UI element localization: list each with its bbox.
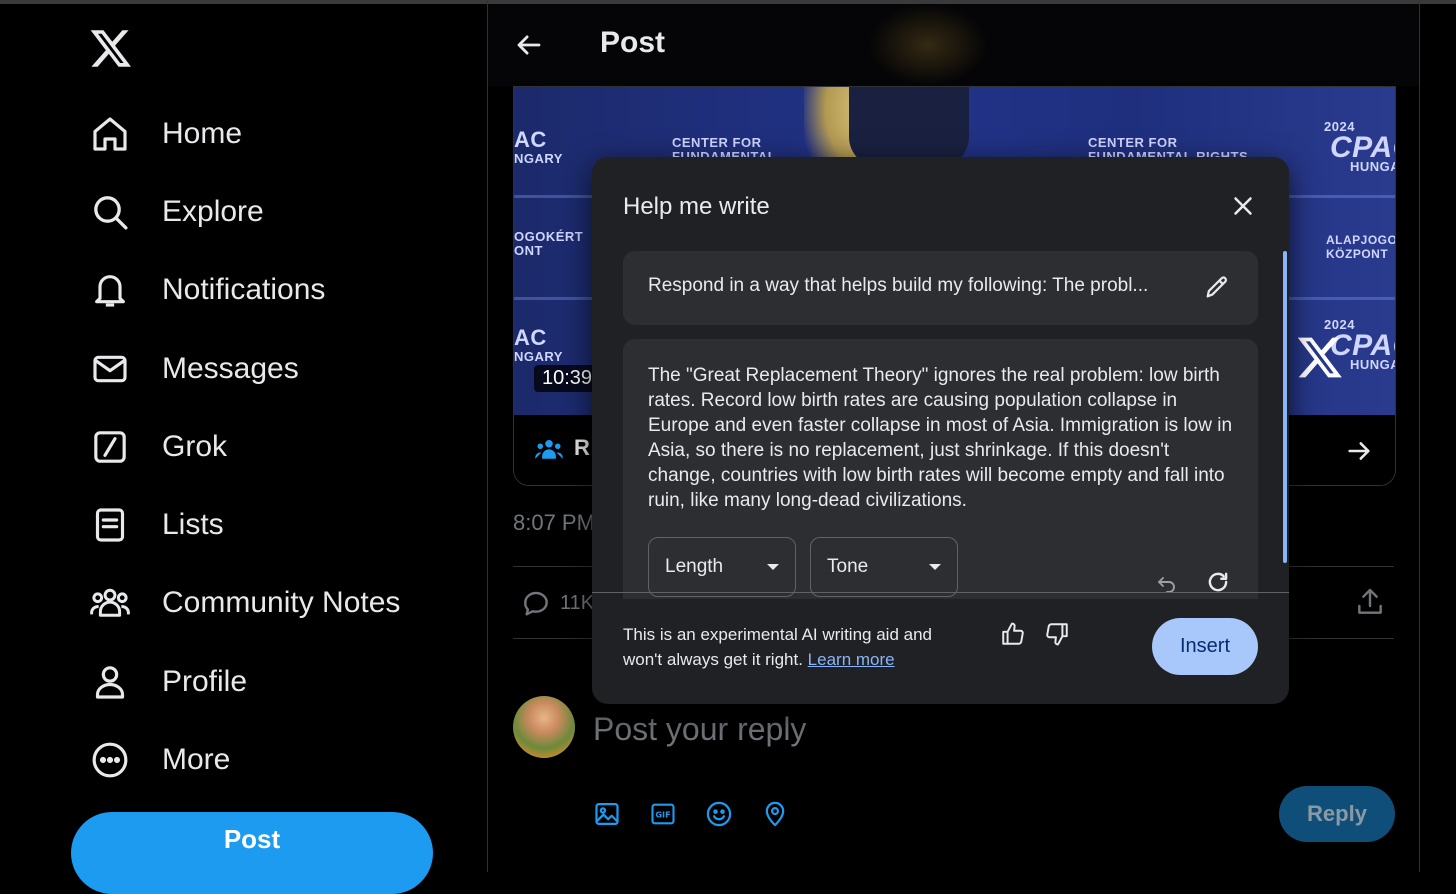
emoji-icon[interactable]: [705, 800, 733, 828]
nav-grok[interactable]: Grok: [88, 417, 227, 477]
bg-text-hunga-bottom: HUNGA: [1350, 357, 1396, 372]
column-divider-right: [1419, 0, 1420, 872]
bg-text-hunga: HUNGA: [1350, 159, 1396, 174]
people-icon: [88, 581, 132, 625]
nav-more-label: More: [162, 743, 231, 776]
prompt-text: Respond in a way that helps build my fol…: [648, 275, 1149, 296]
tone-select-label: Tone: [827, 556, 869, 577]
chevron-down-icon: [767, 564, 779, 570]
disclaimer: This is an experimental AI writing aid a…: [623, 622, 973, 672]
reply-count: 11K: [560, 592, 595, 614]
dialog-title: Help me write: [623, 193, 770, 220]
more-circle-icon: [88, 738, 132, 782]
share-icon[interactable]: [1354, 586, 1386, 618]
reply-input[interactable]: [591, 706, 1295, 752]
nav-home-label: Home: [162, 117, 243, 150]
learn-more-link[interactable]: Learn more: [808, 650, 895, 669]
insert-button[interactable]: Insert: [1152, 618, 1258, 675]
nav-messages[interactable]: Messages: [88, 339, 299, 399]
nav-notifications-label: Notifications: [162, 273, 326, 306]
x-logo-icon[interactable]: [88, 26, 134, 70]
back-arrow-icon[interactable]: [514, 30, 546, 62]
post-timestamp[interactable]: 8:07 PM: [513, 510, 595, 536]
nav-notifications[interactable]: Notifications: [88, 260, 325, 320]
list-icon: [88, 503, 132, 547]
nav-explore-label: Explore: [162, 195, 264, 228]
page-title: Post: [600, 26, 666, 59]
video-duration: 10:39: [534, 365, 601, 392]
bg-text-ngary: NGARY: [514, 151, 563, 166]
nav-lists-label: Lists: [162, 508, 224, 541]
length-select-label: Length: [665, 556, 724, 577]
nav-explore[interactable]: Explore: [88, 182, 264, 242]
bg-text-ac: AC: [514, 127, 547, 152]
bg-text-center-for: CENTER FOR: [672, 135, 762, 150]
column-divider-left: [487, 0, 488, 872]
bg-text-alapjogo: ALAPJOGO: [1326, 233, 1396, 247]
grok-icon: [88, 425, 132, 469]
speaker-jacket: [849, 87, 969, 167]
thumbs-up-icon[interactable]: [1000, 621, 1026, 647]
envelope-icon: [88, 347, 132, 391]
bg-text-ont: ONT: [514, 243, 543, 258]
person-icon: [88, 660, 132, 704]
thumbs-down-icon[interactable]: [1044, 621, 1070, 647]
nav-home[interactable]: Home: [88, 104, 242, 164]
tone-select[interactable]: Tone: [810, 537, 958, 597]
svg-text:GIF: GIF: [655, 810, 670, 820]
nav-profile-label: Profile: [162, 665, 248, 698]
x-watermark-icon: [1296, 333, 1344, 381]
bg-text-ogokert: OGOKÉRT: [514, 229, 584, 244]
sidebar: Home Explore Notifications Messages Grok…: [0, 0, 487, 894]
response-box: The "Great Replacement Theory" ignores t…: [623, 339, 1258, 599]
main-header: Post: [488, 4, 1419, 86]
scrollbar[interactable]: [1283, 251, 1287, 563]
bg-text-ngary-bottom: NGARY: [514, 349, 563, 364]
nav-grok-label: Grok: [162, 430, 228, 463]
bg-text-ac-bottom: AC: [514, 325, 547, 350]
response-text: The "Great Replacement Theory" ignores t…: [648, 365, 1233, 511]
community-icon: [534, 435, 564, 465]
nav-community-notes[interactable]: Community Notes: [88, 573, 400, 633]
location-icon[interactable]: [761, 800, 789, 828]
chevron-down-icon: [929, 564, 941, 570]
pencil-icon[interactable]: [1203, 273, 1231, 301]
search-icon: [88, 190, 132, 234]
avatar[interactable]: [513, 696, 575, 758]
home-icon: [88, 112, 132, 156]
reply-icon[interactable]: [520, 587, 552, 619]
bell-icon: [88, 268, 132, 312]
nav-more[interactable]: More: [88, 730, 230, 790]
nav-lists[interactable]: Lists: [88, 495, 224, 555]
help-me-write-dialog: Help me write Respond in a way that help…: [592, 157, 1289, 704]
dialog-footer-divider: [592, 592, 1289, 593]
community-label: R: [574, 435, 590, 460]
reply-button[interactable]: Reply: [1279, 786, 1395, 842]
nav-profile[interactable]: Profile: [88, 652, 247, 712]
post-button[interactable]: Post: [71, 812, 433, 894]
bg-text-center-for-right: CENTER FOR: [1088, 135, 1178, 150]
prompt-box[interactable]: Respond in a way that helps build my fol…: [623, 251, 1258, 325]
length-select[interactable]: Length: [648, 537, 796, 597]
bg-text-kozpont: KÖZPONT: [1326, 247, 1389, 261]
arrow-right-icon[interactable]: [1345, 437, 1373, 465]
nav-messages-label: Messages: [162, 352, 299, 385]
gif-icon[interactable]: GIF: [649, 800, 677, 828]
header-glow: [868, 4, 988, 86]
nav-community-notes-label: Community Notes: [162, 586, 401, 619]
close-icon[interactable]: [1228, 191, 1258, 221]
image-icon[interactable]: [593, 800, 621, 828]
